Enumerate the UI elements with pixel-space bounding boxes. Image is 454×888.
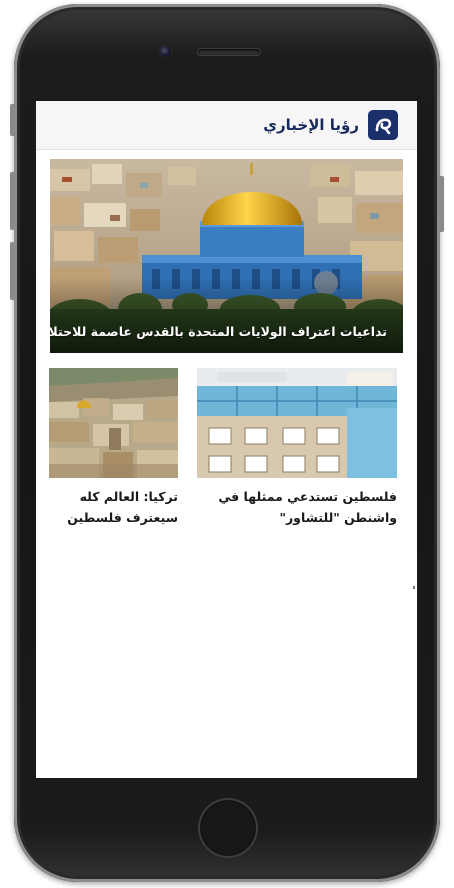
article-title-2[interactable]: تركيا: العالم كله سيعترف فلسطين	[38, 486, 178, 528]
featured-title[interactable]: تداعيات اعتراف الولايات المتحدة بالقدس ع…	[50, 324, 387, 339]
scroll-indicator	[413, 586, 415, 589]
volume-down-button	[10, 242, 15, 300]
app-screen: رؤيا الإخباري تداعيات اعتراف الولايات ال…	[36, 101, 417, 778]
featured-article[interactable]: تداعيات اعتراف الولايات المتحدة بالقدس ع…	[50, 159, 403, 353]
front-camera	[160, 46, 171, 57]
home-button[interactable]	[198, 798, 258, 858]
earpiece-speaker	[198, 49, 260, 55]
article-image-2[interactable]	[49, 368, 178, 478]
article-image-1[interactable]	[197, 368, 397, 478]
volume-up-button	[10, 172, 15, 230]
site-name[interactable]: رؤيا الإخباري	[263, 116, 359, 134]
power-button	[439, 176, 444, 232]
app-header: رؤيا الإخباري	[36, 101, 417, 150]
mute-switch	[10, 104, 15, 136]
roya-logo-icon[interactable]	[368, 110, 398, 140]
article-title-1[interactable]: فلسطين تستدعي ممثلها في واشنطن "للتشاور"	[197, 486, 397, 528]
